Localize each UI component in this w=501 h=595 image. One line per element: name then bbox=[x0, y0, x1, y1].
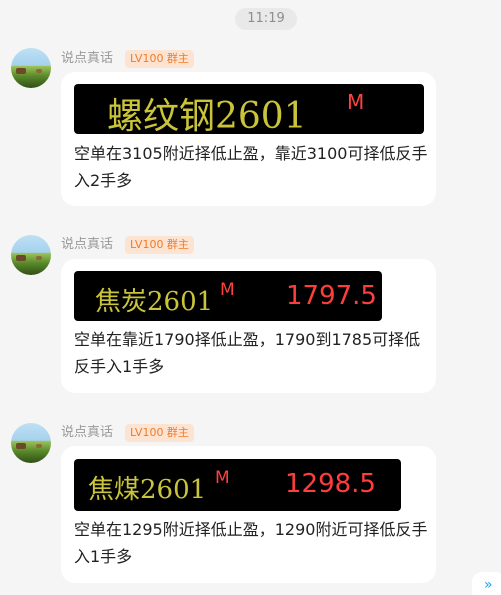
group-owner-badge: LV100 群主 bbox=[125, 50, 194, 68]
quote-symbol: 焦煤2601 bbox=[88, 475, 207, 505]
quote-symbol: 螺纹钢2601 bbox=[107, 96, 307, 134]
avatar[interactable] bbox=[11, 235, 51, 275]
quote-symbol: 焦炭2601 bbox=[95, 287, 214, 317]
avatar[interactable] bbox=[11, 48, 51, 88]
message-bubble[interactable]: 焦炭2601 M 1797.5 空单在靠近1790择低止盈，1790到1785可… bbox=[61, 259, 436, 393]
quote-price: 1797.5 bbox=[286, 281, 377, 311]
quote-image[interactable]: 焦煤2601 M 1298.5 bbox=[74, 459, 401, 511]
quote-image[interactable]: 螺纹钢2601 M bbox=[74, 84, 424, 134]
avatar[interactable] bbox=[11, 423, 51, 463]
quote-image[interactable]: 焦炭2601 M 1797.5 bbox=[74, 271, 382, 321]
message-bubble[interactable]: 焦煤2601 M 1298.5 空单在1295附近择低止盈，1290附近可择低反… bbox=[61, 446, 436, 583]
double-chevron-icon[interactable]: » bbox=[472, 572, 501, 595]
quote-marker: M bbox=[347, 90, 365, 114]
group-owner-badge: LV100 群主 bbox=[125, 424, 194, 442]
sender-name: 说点真话 bbox=[61, 425, 114, 440]
quote-marker: M bbox=[215, 468, 230, 488]
quote-price: 1298.5 bbox=[285, 469, 376, 499]
quote-marker: M bbox=[220, 280, 235, 300]
message-text: 空单在1295附近择低止盈，1290附近可择低反手入1手多 bbox=[74, 520, 428, 566]
sender-name: 说点真话 bbox=[61, 237, 114, 252]
group-owner-badge: LV100 群主 bbox=[125, 236, 194, 254]
message-bubble[interactable]: 螺纹钢2601 M 空单在3105附近择低止盈，靠近3100可择低反手入2手多 bbox=[61, 72, 436, 206]
timestamp: 11:19 bbox=[235, 8, 297, 30]
message-text: 空单在靠近1790择低止盈，1790到1785可择低反手入1手多 bbox=[74, 330, 421, 376]
sender-name: 说点真话 bbox=[61, 51, 114, 66]
message-text: 空单在3105附近择低止盈，靠近3100可择低反手入2手多 bbox=[74, 144, 428, 190]
